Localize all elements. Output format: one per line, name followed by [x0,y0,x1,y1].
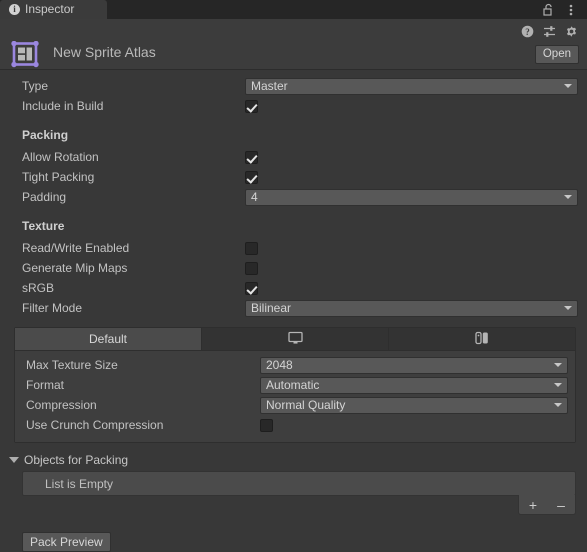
row-filter-mode: Filter Mode Bilinear [0,298,587,318]
tab-platform-standalone[interactable] [202,328,389,350]
tight-packing-label: Tight Packing [22,170,95,184]
sprite-atlas-icon [10,40,40,68]
add-item-button[interactable]: + [519,495,547,514]
padding-value: 4 [251,190,258,204]
read-write-label: Read/Write Enabled [22,241,130,255]
srgb-checkbox[interactable] [245,281,258,295]
pack-preview-button[interactable]: Pack Preview [22,532,111,552]
allow-rotation-label: Allow Rotation [22,150,99,164]
row-read-write-enabled: Read/Write Enabled [0,238,587,258]
row-padding: Padding 4 [0,187,587,207]
tab-platform-default[interactable]: Default [15,328,202,350]
info-circle-icon: i [9,4,20,15]
tab-platform-switch[interactable] [389,328,575,350]
padding-label: Padding [22,190,67,204]
chevron-down-icon [554,383,562,387]
triangle-down-icon [9,457,19,463]
max-texture-size-value: 2048 [266,358,293,372]
use-crunch-compression-label: Use Crunch Compression [26,418,164,432]
tab-strip-spacer [107,0,541,19]
read-write-checkbox[interactable] [245,241,258,255]
objects-list[interactable]: List is Empty [22,471,576,496]
compression-value: Normal Quality [266,398,346,412]
open-button[interactable]: Open [534,45,579,64]
tab-inspector-label: Inspector [25,2,75,16]
help-question-icon[interactable]: ? [520,24,534,38]
row-max-texture-size: Max Texture Size 2048 [15,355,575,375]
allow-rotation-checkbox[interactable] [245,150,258,164]
row-tight-packing: Tight Packing [0,167,587,187]
texture-section-header: Texture [22,219,65,233]
include-in-build-label: Include in Build [22,99,104,113]
list-add-remove-group: + – [518,495,576,515]
row-include-in-build: Include in Build [0,96,587,116]
lock-open-icon[interactable] [541,3,555,17]
use-crunch-compression-checkbox[interactable] [260,418,273,432]
tight-packing-checkbox[interactable] [245,170,258,184]
row-srgb: sRGB [0,278,587,298]
packing-section-header: Packing [22,128,69,142]
chevron-down-icon [554,403,562,407]
svg-text:?: ? [525,27,530,37]
list-empty-label: List is Empty [45,476,114,491]
chevron-down-icon [564,84,572,88]
type-value: Master [251,79,288,93]
platform-settings-body: Max Texture Size 2048 Format Automatic C… [15,351,575,442]
row-compression: Compression Normal Quality [15,395,575,415]
row-use-crunch-compression: Use Crunch Compression [15,415,575,435]
tab-inspector[interactable]: i Inspector [0,0,107,19]
desktop-monitor-icon [287,331,303,348]
max-texture-size-label: Max Texture Size [26,358,118,372]
row-type: Type Master [0,76,587,96]
chevron-down-icon [554,363,562,367]
format-value: Automatic [266,378,320,392]
filter-mode-value: Bilinear [251,301,292,315]
row-allow-rotation: Allow Rotation [0,147,587,167]
type-label: Type [22,79,49,93]
header-icon-group: ? [520,24,578,38]
include-in-build-checkbox[interactable] [245,99,258,113]
row-format: Format Automatic [15,375,575,395]
chevron-down-icon [564,195,572,199]
compression-dropdown[interactable]: Normal Quality [260,396,568,414]
platform-tabs: Default [15,328,575,351]
remove-item-button[interactable]: – [547,495,575,514]
generate-mip-maps-label: Generate Mip Maps [22,261,128,275]
window-tab-strip: i Inspector [0,0,587,19]
platform-settings-box: Default Max Texture Size 2048 Format Aut… [14,327,576,443]
nintendo-switch-icon [475,331,489,348]
page-title: New Sprite Atlas [53,44,156,60]
filter-mode-dropdown[interactable]: Bilinear [245,299,578,317]
gear-icon[interactable] [564,24,578,38]
object-header: New Sprite Atlas ? Open [0,19,587,70]
kebab-menu-icon[interactable] [564,3,578,17]
format-dropdown[interactable]: Automatic [260,376,568,394]
list-footer: + – [0,495,587,515]
srgb-label: sRGB [22,281,55,295]
inspector-body: Type Master Include in Build Packing All… [0,70,587,552]
objects-for-packing-label: Objects for Packing [24,453,129,467]
row-generate-mip-maps: Generate Mip Maps [0,258,587,278]
chevron-down-icon [564,306,572,310]
generate-mip-maps-checkbox[interactable] [245,261,258,275]
tab-platform-default-label: Default [88,332,128,346]
padding-dropdown[interactable]: 4 [245,188,578,206]
filter-mode-label: Filter Mode [22,301,83,315]
objects-for-packing-foldout[interactable]: Objects for Packing [0,449,587,471]
window-controls [541,0,587,19]
preset-sliders-icon[interactable] [542,24,556,38]
format-label: Format [26,378,65,392]
type-dropdown[interactable]: Master [245,77,578,95]
compression-label: Compression [26,398,97,412]
max-texture-size-dropdown[interactable]: 2048 [260,356,568,374]
